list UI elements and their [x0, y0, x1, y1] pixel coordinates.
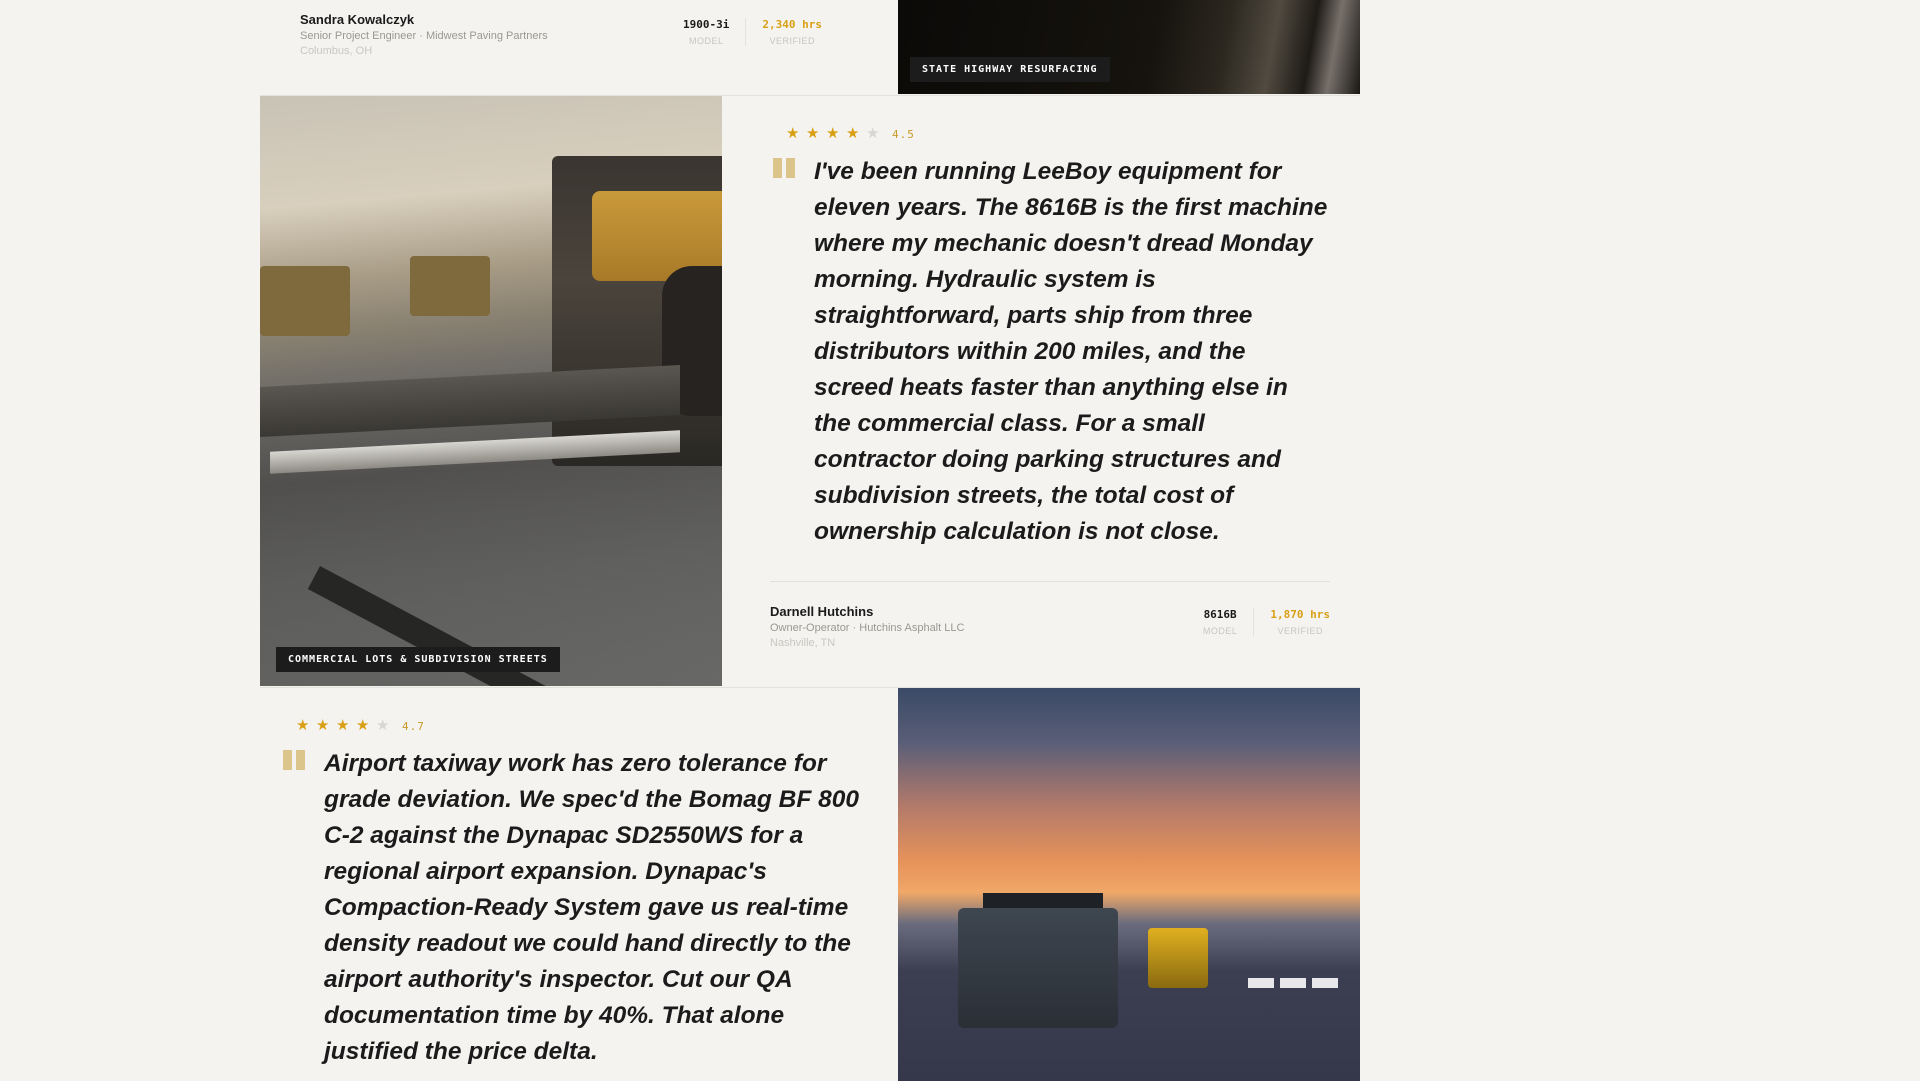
hours-value: 2,340 hrs — [762, 18, 822, 31]
star-icon: ★ — [336, 717, 350, 734]
machine-stats: 1900-3i MODEL 2,340 hrs VERIFIED — [667, 18, 822, 46]
star-rating: ★ ★ ★ ★ ★ 4.7 — [280, 718, 860, 734]
author-location: Columbus, OH — [300, 45, 373, 57]
model-value: 8616B — [1203, 608, 1237, 621]
quote-text: I've been running LeeBoy equipment for e… — [814, 158, 1328, 545]
runway-marking — [1248, 978, 1274, 988]
quote: I've been running LeeBoy equipment for e… — [770, 154, 1330, 550]
author-info: Sandra Kowalczyk Senior Project Engineer… — [300, 12, 548, 57]
rating-value: 4.5 — [892, 127, 915, 141]
star-icon: ★ — [846, 125, 860, 142]
testimonials-section: Sandra Kowalczyk Senior Project Engineer… — [260, 0, 1360, 1081]
star-icon: ★ — [806, 125, 820, 142]
star-icon: ★ — [296, 717, 310, 734]
hours-label: VERIFIED — [769, 36, 815, 46]
star-rating: ★ ★ ★ ★ ★ 4.5 — [770, 126, 1330, 142]
model-label: MODEL — [688, 36, 724, 46]
quote-mark-icon — [280, 746, 308, 770]
star-icon: ★ — [786, 125, 800, 142]
rating-value: 4.7 — [402, 719, 425, 733]
testimonial-photo: STATE HIGHWAY RESURFACING — [898, 0, 1360, 94]
author-role: Senior Project Engineer · Midwest Paving… — [300, 30, 548, 42]
author-name: Darnell Hutchins — [770, 604, 874, 619]
roller-machine — [260, 266, 350, 336]
attribution: Sandra Kowalczyk Senior Project Engineer… — [300, 0, 860, 80]
author-role: Owner-Operator · Hutchins Asphalt LLC — [770, 622, 965, 634]
photo-tag: STATE HIGHWAY RESURFACING — [910, 57, 1110, 82]
star-icon: ★ — [866, 125, 880, 142]
quote-block: ★ ★ ★ ★ ★ 4.7 Airport taxiway work has z… — [280, 718, 860, 1070]
star-icon: ★ — [826, 125, 840, 142]
star-icon: ★ — [316, 717, 330, 734]
quote-text: Airport taxiway work has zero tolerance … — [324, 750, 859, 1065]
quote-block: ★ ★ ★ ★ ★ 4.5 I've been running LeeBoy e… — [770, 126, 1330, 550]
model-label: MODEL — [1202, 626, 1238, 636]
stat-hours: 1,870 hrs VERIFIED — [1253, 608, 1330, 636]
star-icon: ★ — [356, 717, 370, 734]
hours-label: VERIFIED — [1277, 626, 1323, 636]
attribution: Darnell Hutchins Owner-Operator · Hutchi… — [770, 581, 1330, 662]
photo-tag: COMMERCIAL LOTS & SUBDIVISION STREETS — [276, 647, 560, 672]
author-info: Darnell Hutchins Owner-Operator · Hutchi… — [770, 604, 964, 649]
quote-mark-icon — [770, 154, 798, 178]
paver-auger — [270, 430, 680, 474]
testimonial-card: COMMERCIAL LOTS & SUBDIVISION STREETS ★ … — [260, 95, 1360, 687]
stat-model: 8616B MODEL — [1187, 608, 1254, 636]
stat-hours: 2,340 hrs VERIFIED — [745, 18, 822, 46]
machine-stats: 8616B MODEL 1,870 hrs VERIFIED — [1187, 608, 1330, 636]
testimonial-photo: COMMERCIAL LOTS & SUBDIVISION STREETS — [260, 96, 722, 686]
testimonial-card: ★ ★ ★ ★ ★ 4.7 Airport taxiway work has z… — [260, 687, 1360, 1081]
roller-machine — [410, 256, 490, 316]
author-location: Nashville, TN — [770, 637, 836, 649]
runway-marking — [1312, 978, 1338, 988]
model-value: 1900-3i — [683, 18, 730, 31]
quote: Airport taxiway work has zero tolerance … — [280, 746, 860, 1070]
roller-machine — [1148, 928, 1208, 988]
testimonial-photo — [898, 688, 1360, 1081]
author-name: Sandra Kowalczyk — [300, 12, 415, 27]
runway-marking — [1280, 978, 1306, 988]
paver-machine — [958, 908, 1118, 1028]
testimonial-card: Sandra Kowalczyk Senior Project Engineer… — [260, 0, 1360, 94]
hours-value: 1,870 hrs — [1270, 608, 1330, 621]
stat-model: 1900-3i MODEL — [667, 18, 745, 46]
star-icon: ★ — [376, 717, 390, 734]
